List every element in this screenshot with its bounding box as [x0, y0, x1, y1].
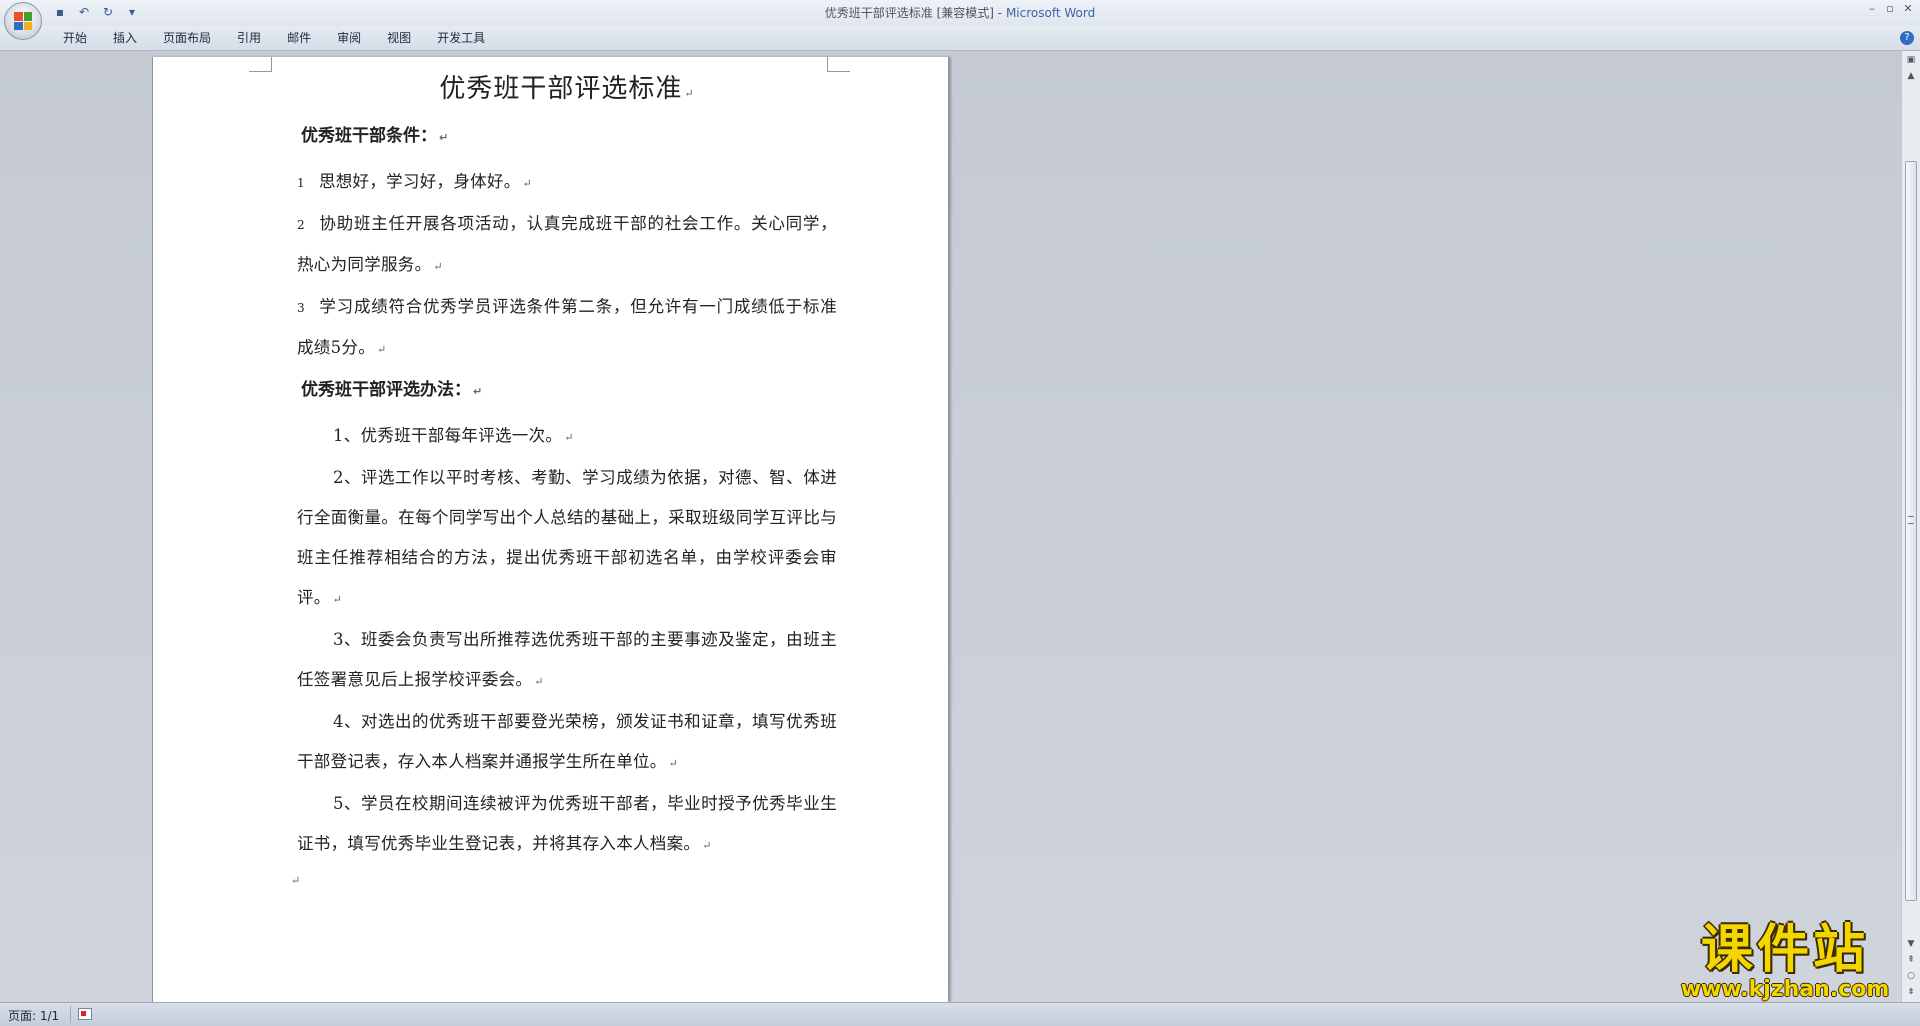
method-text: 3、班委会负责写出所推荐选优秀班干部的主要事迹及鉴定，由班主任签署意见后上报学校… [297, 630, 837, 689]
scrollbar-grip-icon [1908, 516, 1914, 525]
paragraph-mark-icon: ↵ [668, 757, 679, 770]
title-bar: ▪ ↶ ↻ ▾ 优秀班干部评选标准 [兼容模式] - Microsoft Wor… [0, 0, 1920, 40]
section-heading-text: 优秀班干部条件： [301, 126, 437, 146]
help-icon[interactable]: ? [1900, 31, 1914, 45]
method-text: 2、评选工作以平时考核、考勤、学习成绩为依据，对德、智、体进行全面衡量。在每个同… [297, 468, 837, 607]
margin-corner-mark [249, 57, 272, 72]
office-logo-icon [14, 12, 32, 30]
method-text: 1、优秀班干部每年评选一次。 [333, 426, 563, 445]
scroll-down-icon[interactable]: ▼ [1904, 937, 1918, 951]
tab-review[interactable]: 审阅 [324, 26, 374, 50]
condition-number: 1 [297, 176, 305, 190]
method-item: 5、学员在校期间连续被评为优秀班干部者，毕业时授予优秀毕业生证书，填写优秀毕业生… [297, 784, 837, 866]
method-item: 4、对选出的优秀班干部要登光荣榜，颁发证书和证章，填写优秀班干部登记表，存入本人… [297, 702, 837, 784]
maximize-icon[interactable]: ▫ [1882, 2, 1898, 16]
condition-text: 思想好，学习好，身体好。 [318, 172, 521, 191]
previous-page-icon[interactable]: ⇞ [1904, 953, 1918, 967]
status-divider [70, 1006, 71, 1023]
ribbon-tabs: 开始 插入 页面布局 引用 邮件 审阅 视图 开发工具 [50, 26, 498, 50]
paragraph-mark-icon: ↵ [377, 343, 387, 356]
condition-number: 2 [297, 218, 305, 232]
minimize-icon[interactable]: – [1864, 2, 1880, 16]
paragraph-mark-icon: ↵ [522, 177, 533, 190]
watermark-url: www.kjzhan.com [1680, 977, 1890, 1002]
condition-item: 1 思想好，学习好，身体好。 ↵ [297, 162, 837, 204]
paragraph-mark-icon: ↵ [534, 675, 544, 688]
condition-item: 3 学习成绩符合优秀学员评选条件第二条，但允许有一门成绩低于标准成绩5分。 ↵ [297, 287, 837, 370]
document-title: 优秀班干部评选标准 ↵ [297, 69, 837, 114]
paragraph-mark-icon: ↵ [291, 874, 301, 887]
paragraph-mark-icon: ↵ [332, 593, 343, 606]
vertical-scrollbar[interactable]: ▣ ▲ ▼ ⇞ ○ ⇟ [1901, 51, 1920, 1002]
document-page[interactable]: 优秀班干部评选标准 ↵ 优秀班干部条件： ↵ 1 思想好，学习好，身体好。 ↵ 2 协助班… [152, 57, 949, 1002]
close-icon[interactable]: ✕ [1900, 2, 1916, 16]
tab-page-layout[interactable]: 页面布局 [150, 26, 224, 50]
document-body[interactable]: 优秀班干部评选标准 ↵ 优秀班干部条件： ↵ 1 思想好，学习好，身体好。 ↵ 2 协助班… [291, 69, 837, 887]
window-title: 优秀班干部评选标准 [兼容模式] - Microsoft Word [0, 4, 1920, 21]
condition-text: 协助班主任开展各项活动，认真完成班干部的社会工作。关心同学，热心为同学服务。 [297, 214, 837, 274]
method-item: 2、评选工作以平时考核、考勤、学习成绩为依据，对德、智、体进行全面衡量。在每个同… [297, 458, 837, 620]
section-heading-methods: 优秀班干部评选办法： ↵ [301, 378, 837, 404]
ribbon-tab-bar: 开始 插入 页面布局 引用 邮件 审阅 视图 开发工具 ? [0, 26, 1920, 51]
app-name: Microsoft Word [1005, 6, 1096, 20]
document-title-text: 优秀班干部评选标准 [439, 74, 683, 104]
paragraph-mark-icon: ↵ [473, 385, 483, 398]
next-page-icon[interactable]: ⇟ [1904, 985, 1918, 999]
section-heading-conditions: 优秀班干部条件： ↵ [301, 124, 837, 150]
watermark-text: 课件站 [1700, 920, 1869, 980]
tab-home[interactable]: 开始 [50, 26, 100, 50]
office-button[interactable] [4, 2, 42, 40]
paragraph-mark-icon: ↵ [684, 87, 695, 100]
paragraph-mark-icon: ↵ [439, 131, 449, 144]
paragraph-mark-icon: ↵ [702, 839, 712, 852]
scroll-up-icon[interactable]: ▲ [1904, 69, 1918, 83]
watermark-logo: 课件站 www.kjzhan.com [1670, 922, 1900, 1002]
proofing-icon[interactable] [78, 1008, 92, 1020]
method-text: 5、学员在校期间连续被评为优秀班干部者，毕业时授予优秀毕业生证书，填写优秀毕业生… [297, 794, 837, 853]
tab-mailings[interactable]: 邮件 [274, 26, 324, 50]
method-text: 4、对选出的优秀班干部要登光荣榜，颁发证书和证章，填写优秀班干部登记表，存入本人… [297, 712, 837, 771]
tab-insert[interactable]: 插入 [100, 26, 150, 50]
tab-developer[interactable]: 开发工具 [424, 26, 498, 50]
tab-references[interactable]: 引用 [224, 26, 274, 50]
section-heading-text: 优秀班干部评选办法： [301, 380, 471, 400]
method-item: 3、班委会负责写出所推荐选优秀班干部的主要事迹及鉴定，由班主任签署意见后上报学校… [297, 620, 837, 702]
document-name: 优秀班干部评选标准 [兼容模式] [824, 6, 994, 20]
window-controls: – ▫ ✕ [1862, 2, 1916, 16]
title-separator: - [993, 6, 1006, 20]
tab-view[interactable]: 视图 [374, 26, 424, 50]
method-item: 1、优秀班干部每年评选一次。 ↵ [297, 416, 837, 458]
status-bar: 页面: 1/1 [0, 1002, 1920, 1026]
condition-item: 2 协助班主任开展各项活动，认真完成班干部的社会工作。关心同学，热心为同学服务。 ↵ [297, 204, 837, 287]
paragraph-mark-icon: ↵ [564, 431, 574, 444]
paragraph-mark-icon: ↵ [433, 260, 443, 273]
browse-object-icon[interactable]: ○ [1904, 969, 1918, 983]
document-workspace: 优秀班干部评选标准 ↵ 优秀班干部条件： ↵ 1 思想好，学习好，身体好。 ↵ 2 协助班… [0, 51, 1902, 1002]
scrollbar-thumb[interactable] [1905, 161, 1917, 901]
condition-number: 3 [297, 301, 305, 315]
ruler-toggle-icon[interactable]: ▣ [1904, 53, 1918, 67]
page-count[interactable]: 页面: 1/1 [8, 1007, 59, 1024]
